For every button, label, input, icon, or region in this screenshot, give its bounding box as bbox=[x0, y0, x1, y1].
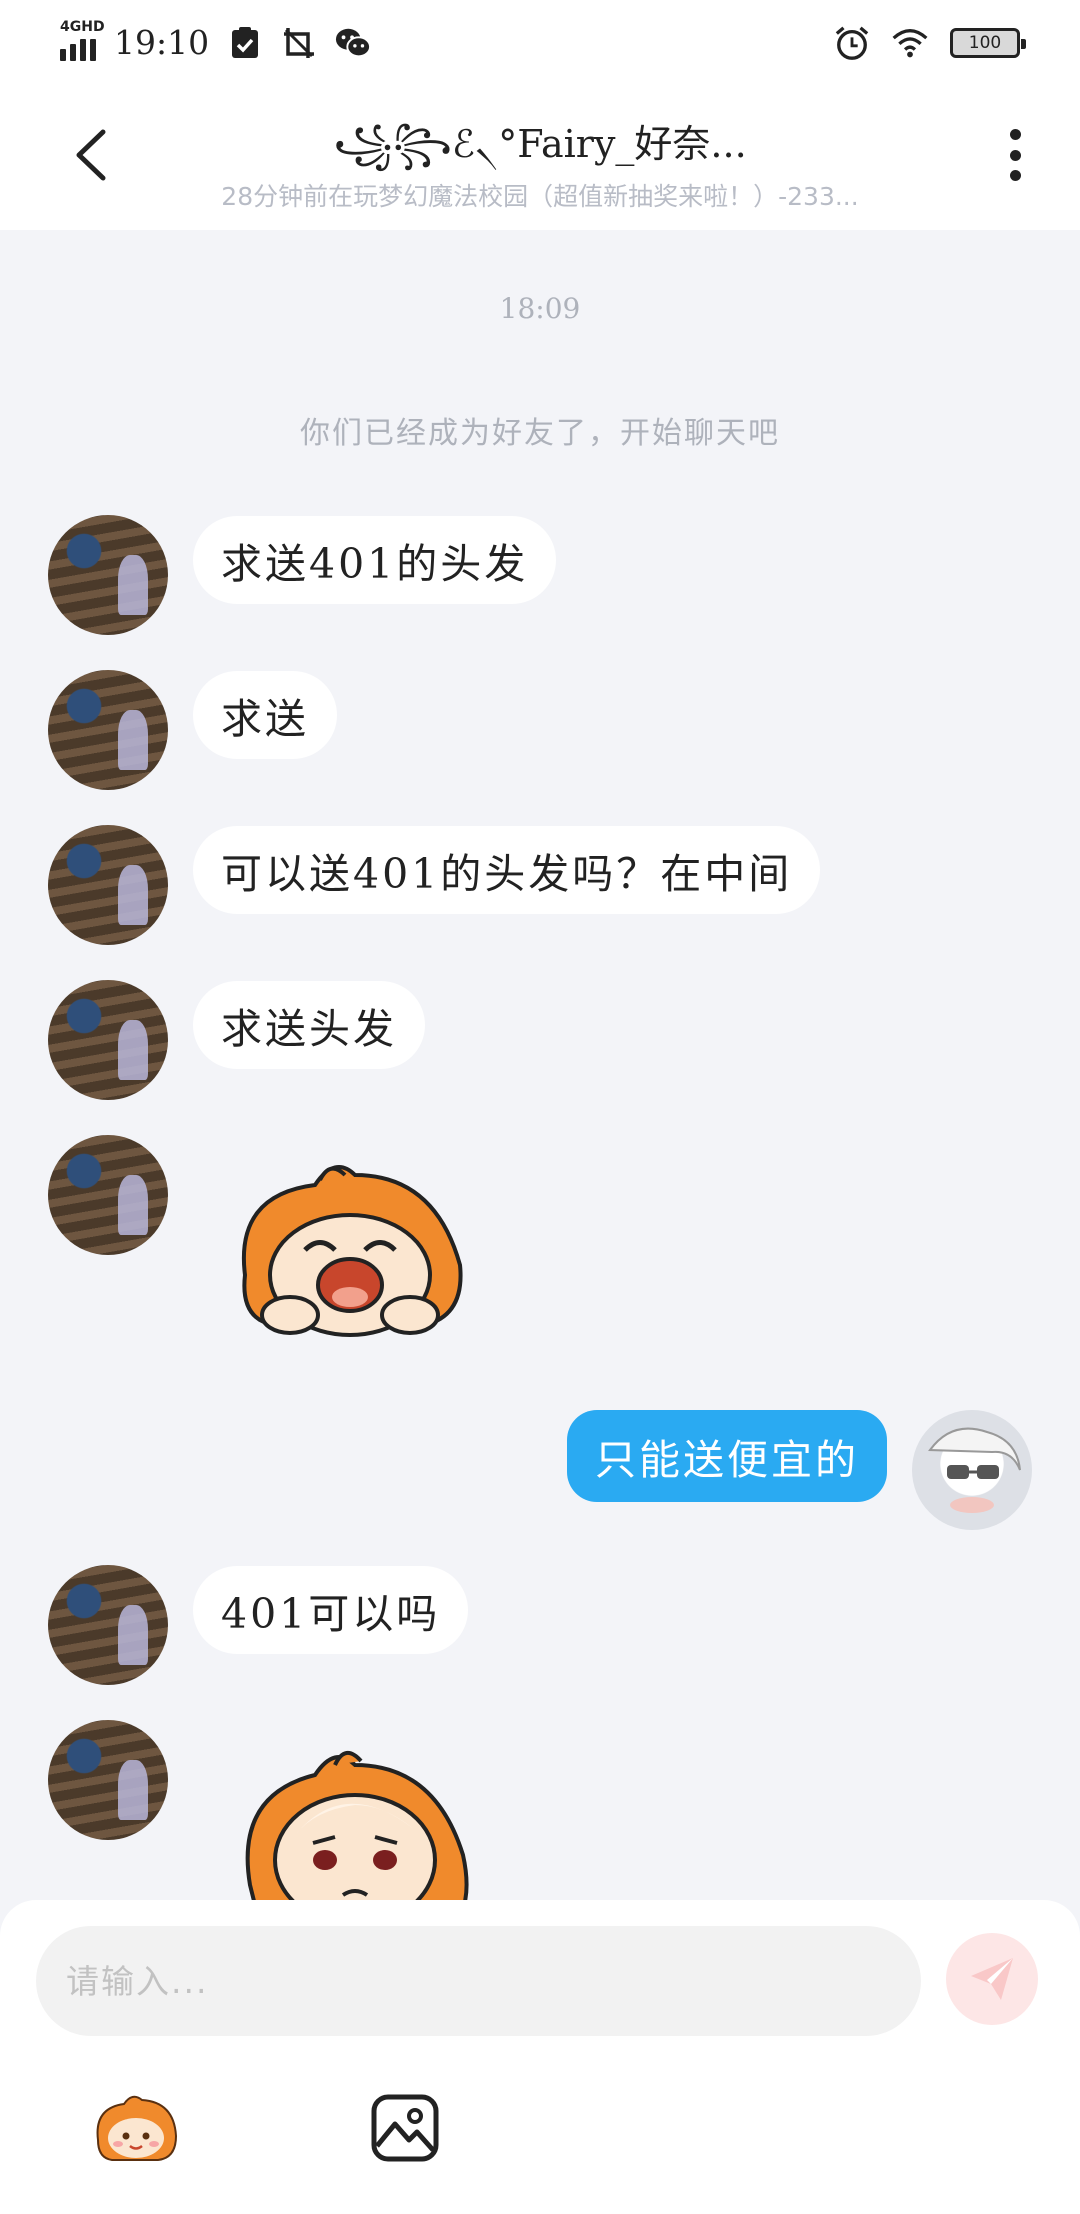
send-button[interactable] bbox=[946, 1933, 1038, 2025]
back-button[interactable] bbox=[60, 125, 120, 185]
screenshot-off-icon bbox=[281, 25, 317, 61]
signal-icon: 4GHD bbox=[60, 19, 105, 61]
chat-subtitle: 28分钟前在玩梦幻魔法校园（超值新抽奖来啦！）-233... bbox=[221, 182, 859, 211]
system-message: 你们已经成为好友了，开始聊天吧 bbox=[300, 416, 780, 451]
message-input[interactable] bbox=[36, 1926, 921, 2036]
network-label: 4GHD bbox=[60, 18, 105, 35]
friend-avatar[interactable] bbox=[48, 1135, 168, 1255]
more-options-button[interactable] bbox=[990, 123, 1040, 187]
message-bubble[interactable]: 可以送401的头发吗？在中间 bbox=[193, 826, 821, 914]
battery-icon: 100 bbox=[950, 27, 1026, 58]
check-clipboard-icon bbox=[227, 25, 263, 61]
crying-orange-girl-sticker[interactable] bbox=[225, 1155, 475, 1355]
image-gallery-icon bbox=[371, 2094, 439, 2162]
wechat-icon bbox=[335, 25, 372, 61]
chat-header: ꧁꧂ℰ৲°Fairy_好奈... 28分钟前在玩梦幻魔法校园（超值新抽奖来啦！）… bbox=[0, 85, 1080, 230]
status-bar: 4GHD 19:10 100 bbox=[0, 0, 1080, 85]
chevron-left-icon bbox=[76, 129, 106, 181]
message-bubble[interactable]: 求送 bbox=[193, 671, 337, 759]
sticker-button[interactable] bbox=[88, 2080, 184, 2176]
friend-avatar[interactable] bbox=[48, 1565, 168, 1685]
more-dot-icon bbox=[1009, 129, 1021, 140]
message-bubble[interactable]: 401可以吗 bbox=[193, 1566, 469, 1654]
image-button[interactable] bbox=[357, 2080, 453, 2176]
message-bubble[interactable]: 求送头发 bbox=[193, 981, 425, 1069]
emoji-sticker-icon bbox=[96, 2095, 178, 2161]
status-time: 19:10 bbox=[114, 23, 210, 62]
friend-avatar[interactable] bbox=[48, 980, 168, 1100]
input-panel bbox=[0, 1900, 1080, 2214]
friend-avatar[interactable] bbox=[48, 515, 168, 635]
my-avatar[interactable] bbox=[912, 1410, 1032, 1530]
chat-timestamp: 18:09 bbox=[499, 292, 581, 325]
friend-avatar[interactable] bbox=[48, 670, 168, 790]
paper-plane-icon bbox=[971, 1958, 1013, 2000]
battery-level: 100 bbox=[968, 32, 1002, 53]
more-dot-icon bbox=[1009, 170, 1021, 181]
status-left: 4GHD 19:10 bbox=[60, 19, 372, 62]
message-bubble-self[interactable]: 只能送便宜的 bbox=[567, 1410, 887, 1502]
sad-orange-girl-sticker[interactable] bbox=[235, 1735, 475, 1900]
more-dot-icon bbox=[1009, 149, 1021, 161]
message-bubble[interactable]: 求送401的头发 bbox=[193, 516, 557, 604]
friend-avatar[interactable] bbox=[48, 825, 168, 945]
friend-avatar[interactable] bbox=[48, 1720, 168, 1840]
wifi-icon bbox=[892, 25, 928, 61]
alarm-icon bbox=[834, 25, 870, 61]
message-list[interactable]: 18:09 你们已经成为好友了，开始聊天吧 求送401的头发 求送 可以送401… bbox=[0, 230, 1080, 1900]
status-right: 100 bbox=[834, 25, 1026, 61]
